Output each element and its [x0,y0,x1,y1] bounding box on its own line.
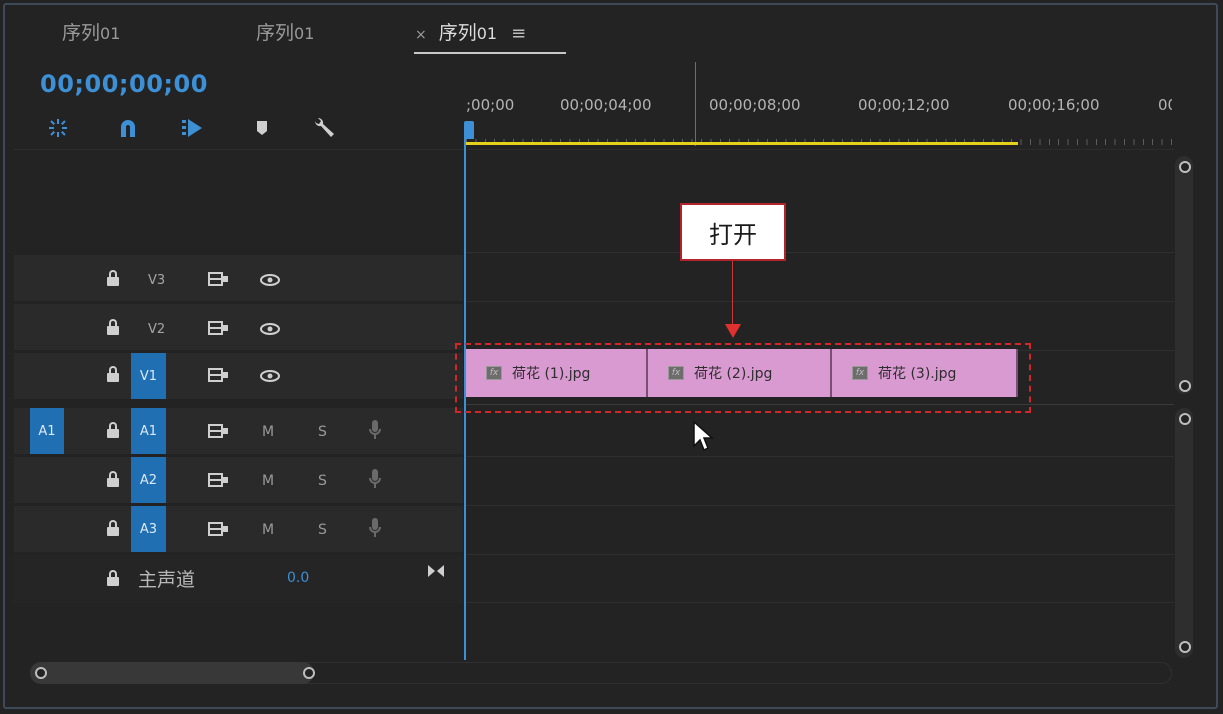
panel-menu-icon[interactable]: ≡ [511,23,526,44]
horizontal-scroll-thumb[interactable] [30,662,314,684]
scroll-handle-bottom[interactable] [1179,641,1191,653]
sync-lock-icon[interactable] [208,367,230,383]
track-target-a1[interactable]: A1 [131,408,166,454]
track-name-v2[interactable]: V2 [148,322,165,337]
sync-lock-icon[interactable] [208,521,230,537]
sync-lock-icon[interactable] [208,271,230,287]
track-header-v1[interactable] [14,353,463,399]
microphone-icon[interactable] [368,517,382,539]
active-tab-underline [414,52,566,54]
insert-overwrite-icon[interactable] [180,116,204,140]
sync-lock-icon[interactable] [208,423,230,439]
eye-icon[interactable] [260,370,280,382]
sync-lock-icon[interactable] [208,472,230,488]
playhead-timecode[interactable]: 00;00;00;00 [40,70,208,98]
tab-label: 序列 [438,22,477,44]
annotation-arrow-head [725,324,741,338]
zoom-handle-left[interactable] [35,667,47,679]
lock-icon[interactable] [106,366,120,382]
zoom-handle-right[interactable] [303,667,315,679]
master-track-label: 主声道 [138,569,196,591]
video-vertical-scrollbar[interactable] [1175,156,1193,394]
ruler-tick-label: 00 [1158,96,1172,114]
settings-wrench-icon[interactable] [312,116,336,140]
track-header-a3[interactable] [14,506,463,552]
ruler-tick-label: 00;00;04;00 [560,96,652,114]
track-header-master [14,555,463,603]
lock-icon[interactable] [106,319,120,335]
annotation-callout: 打开 [680,203,786,261]
track-header-a1[interactable] [14,408,463,454]
track-divider [466,505,1174,506]
track-divider [466,301,1174,302]
track-target-a2[interactable]: A2 [131,457,166,503]
header-separator [14,149,1174,150]
tab-label: 序列 [256,22,295,44]
eye-icon[interactable] [260,274,280,286]
master-volume-value[interactable]: 0.0 [287,570,309,586]
lock-icon[interactable] [106,471,120,487]
scroll-handle-bottom[interactable] [1179,380,1191,392]
annotation-highlight-box [455,343,1031,413]
scroll-handle-top[interactable] [1179,413,1191,425]
microphone-icon[interactable] [368,419,382,441]
annotation-arrow-line [732,261,733,328]
track-divider [466,554,1174,555]
track-divider [466,456,1174,457]
track-divider [466,252,1174,253]
tab-number: 01 [100,24,121,43]
track-header-v2[interactable] [14,304,463,350]
lock-icon[interactable] [106,270,120,286]
solo-button[interactable]: S [318,473,327,489]
ruler-tick-label: ;00;00 [466,96,515,114]
lock-icon[interactable] [106,520,120,536]
microphone-icon[interactable] [368,468,382,490]
tab-sequence-1[interactable]: 序列01 [62,18,120,45]
tab-sequence-2[interactable]: 序列01 [256,18,314,45]
lock-icon[interactable] [106,570,120,586]
go-to-end-icon[interactable] [427,564,445,578]
lock-icon[interactable] [106,422,120,438]
tab-sequence-active[interactable]: × 序列01 ≡ [415,18,526,45]
track-target-a3[interactable]: A3 [131,506,166,552]
mouse-cursor-icon [693,420,714,452]
playhead-handle[interactable] [464,121,474,139]
solo-button[interactable]: S [318,522,327,538]
track-header-a2[interactable] [14,457,463,503]
solo-button[interactable]: S [318,424,327,440]
eye-icon[interactable] [260,323,280,335]
linked-selection-icon[interactable] [116,116,140,140]
work-area-bar[interactable] [466,142,1018,145]
tab-number: 01 [294,24,315,43]
ruler-tick-label: 00;00;16;00 [1008,96,1100,114]
close-icon[interactable]: × [415,27,427,43]
sync-lock-icon[interactable] [208,320,230,336]
track-header-v3[interactable] [14,255,463,301]
track-target-v1[interactable]: V1 [131,353,166,399]
source-patch-a1[interactable]: A1 [30,408,64,454]
mute-button[interactable]: M [262,424,274,440]
mute-button[interactable]: M [262,522,274,538]
snap-icon[interactable] [46,116,70,140]
audio-vertical-scrollbar[interactable] [1175,408,1193,658]
ruler-tick-label: 00;00;12;00 [858,96,950,114]
mute-button[interactable]: M [262,473,274,489]
marker-icon[interactable] [250,116,274,140]
track-divider [466,602,1174,603]
tab-label: 序列 [62,22,101,44]
track-name-v3[interactable]: V3 [148,273,165,288]
ruler-tick-label: 00;00;08;00 [709,96,801,114]
tab-number: 01 [476,24,498,43]
scroll-handle-top[interactable] [1179,161,1191,173]
